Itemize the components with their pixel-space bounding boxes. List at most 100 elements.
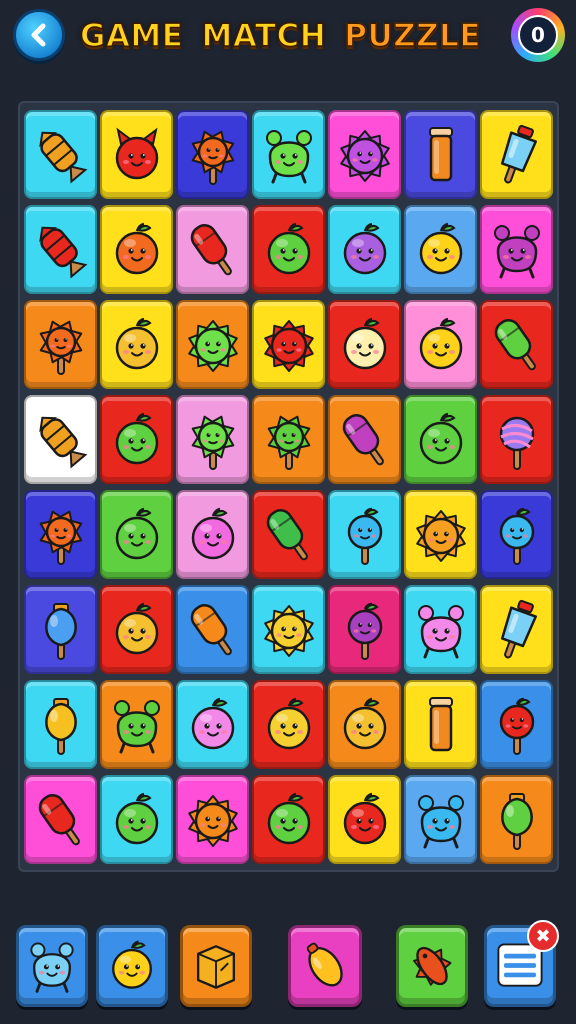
tile[interactable] (24, 395, 97, 484)
sun-face-icon (415, 509, 466, 562)
sun-popsicle-icon (191, 415, 234, 470)
tile[interactable] (328, 490, 401, 579)
tile[interactable] (176, 585, 249, 674)
sun-face-icon (263, 319, 314, 372)
blob-creature-icon (417, 604, 464, 658)
tile[interactable] (252, 585, 325, 674)
back-button[interactable] (13, 9, 65, 61)
tile[interactable] (100, 395, 173, 484)
tile[interactable] (252, 395, 325, 484)
fruit-face-icon (343, 697, 386, 749)
tile[interactable] (328, 680, 401, 769)
tile[interactable] (404, 205, 477, 294)
spiky-fish-icon (413, 946, 452, 986)
tile[interactable] (480, 775, 553, 864)
tile[interactable] (328, 205, 401, 294)
fruit-face-tool[interactable] (96, 925, 168, 1007)
tile[interactable] (480, 585, 553, 674)
bottom-toolbar: ✖ (0, 918, 576, 1024)
tile[interactable] (480, 490, 553, 579)
tile[interactable] (404, 775, 477, 864)
candy-wrapper-icon (38, 226, 87, 279)
tile[interactable] (176, 300, 249, 389)
ice-pop-icon (500, 124, 537, 183)
tile[interactable] (24, 585, 97, 674)
fruit-face-icon (343, 222, 386, 274)
blob-creature-icon (265, 129, 312, 183)
bulb-popsicle-icon (500, 792, 533, 850)
candy-wrapper-icon (38, 416, 87, 469)
tile[interactable] (328, 110, 401, 199)
tile[interactable] (176, 110, 249, 199)
chevron-left-icon (31, 23, 46, 47)
tile[interactable] (404, 680, 477, 769)
tile[interactable] (328, 775, 401, 864)
tile[interactable] (24, 300, 97, 389)
tile[interactable] (480, 110, 553, 199)
tile[interactable] (24, 205, 97, 294)
cylinder-icon (428, 126, 453, 181)
fruit-face-icon (191, 697, 234, 749)
tile[interactable] (176, 395, 249, 484)
tile[interactable] (328, 585, 401, 674)
tile[interactable] (480, 300, 553, 389)
fruit-face-icon (112, 940, 152, 989)
tile[interactable] (176, 680, 249, 769)
tile[interactable] (480, 395, 553, 484)
tile[interactable] (176, 205, 249, 294)
bear-creature-tool[interactable] (16, 925, 88, 1007)
tile[interactable] (404, 300, 477, 389)
sun-popsicle-icon (39, 320, 82, 375)
box-icon (196, 945, 236, 989)
sun-popsicle-icon (39, 510, 82, 565)
fruit-face-icon (343, 792, 386, 844)
tile[interactable] (252, 205, 325, 294)
tile[interactable] (24, 775, 97, 864)
spiky-fish-tool[interactable] (396, 925, 468, 1007)
tile[interactable] (252, 490, 325, 579)
tile[interactable] (328, 395, 401, 484)
tile[interactable] (404, 490, 477, 579)
tile[interactable] (100, 490, 173, 579)
tile[interactable] (404, 585, 477, 674)
fruit-face-icon (419, 222, 462, 274)
score-counter[interactable]: 0 (511, 8, 565, 62)
tile[interactable] (480, 205, 553, 294)
tile[interactable] (24, 110, 97, 199)
tile[interactable] (100, 300, 173, 389)
bulb-popsicle-icon (44, 602, 77, 660)
title-word-game: GAME (79, 17, 184, 55)
tile[interactable] (480, 680, 553, 769)
tile[interactable] (328, 300, 401, 389)
tile[interactable] (100, 205, 173, 294)
fruit-face-icon (419, 317, 462, 369)
tile[interactable] (100, 110, 173, 199)
tile[interactable] (100, 585, 173, 674)
blob-creature-icon (493, 224, 540, 278)
tile[interactable] (252, 300, 325, 389)
menu-tool[interactable]: ✖ (484, 920, 559, 1007)
blob-creature-icon (113, 699, 160, 753)
tile[interactable] (252, 110, 325, 199)
title-word-match: MATCH (201, 17, 327, 55)
tile[interactable] (100, 775, 173, 864)
fruit-face-icon (115, 317, 158, 369)
tile[interactable] (252, 680, 325, 769)
lollipop-icon (499, 416, 534, 470)
fruit-face-icon (115, 412, 158, 464)
close-x-icon[interactable]: ✖ (527, 920, 559, 952)
sun-popsicle-icon (267, 415, 310, 470)
tile[interactable] (404, 395, 477, 484)
lemon-tool[interactable] (288, 925, 362, 1007)
tile[interactable] (404, 110, 477, 199)
tile[interactable] (252, 775, 325, 864)
tile[interactable] (24, 680, 97, 769)
tile[interactable] (176, 490, 249, 579)
box-tool[interactable] (180, 925, 252, 1007)
popsicle-icon (266, 508, 308, 560)
sun-popsicle-icon (191, 130, 234, 185)
tile[interactable] (24, 490, 97, 579)
sun-face-icon (187, 794, 238, 847)
tile[interactable] (176, 775, 249, 864)
tile[interactable] (100, 680, 173, 769)
